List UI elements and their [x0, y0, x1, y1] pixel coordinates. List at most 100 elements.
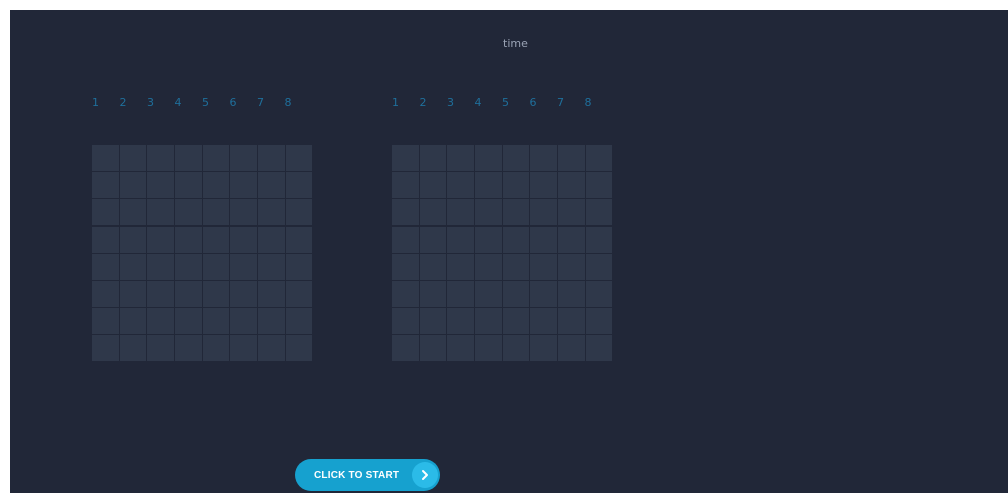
- grid-cell[interactable]: [202, 199, 230, 226]
- grid-cell[interactable]: [285, 253, 313, 280]
- grid-cell[interactable]: [447, 280, 474, 307]
- grid-cell[interactable]: [392, 308, 419, 335]
- grid-cell[interactable]: [285, 199, 313, 226]
- grid-cell[interactable]: [558, 308, 585, 335]
- grid-cell[interactable]: [202, 253, 230, 280]
- grid-cell[interactable]: [285, 308, 313, 335]
- grid-cell[interactable]: [119, 145, 147, 171]
- grid-cell[interactable]: [558, 199, 585, 226]
- grid-cell[interactable]: [119, 280, 147, 307]
- grid-cell[interactable]: [419, 145, 447, 171]
- grid-cell[interactable]: [147, 253, 174, 280]
- grid-cell[interactable]: [419, 335, 447, 362]
- grid-cell[interactable]: [475, 308, 502, 335]
- grid-cell[interactable]: [558, 335, 585, 362]
- grid-cell[interactable]: [475, 172, 502, 199]
- grid-cell[interactable]: [258, 280, 285, 307]
- grid-cell[interactable]: [175, 172, 202, 199]
- grid-cell[interactable]: [530, 280, 557, 307]
- grid-cell[interactable]: [419, 226, 447, 253]
- grid-cell[interactable]: [119, 308, 147, 335]
- grid-cell[interactable]: [92, 199, 119, 226]
- grid-cell[interactable]: [475, 226, 502, 253]
- grid-cell[interactable]: [502, 253, 530, 280]
- grid-cell[interactable]: [447, 308, 474, 335]
- grid-cell[interactable]: [530, 145, 557, 171]
- grid-cell[interactable]: [119, 253, 147, 280]
- grid-cell[interactable]: [92, 172, 119, 199]
- grid-cell[interactable]: [92, 308, 119, 335]
- grid-cell[interactable]: [119, 172, 147, 199]
- grid-cell[interactable]: [285, 172, 313, 199]
- grid-cell[interactable]: [230, 172, 257, 199]
- grid-cell[interactable]: [585, 199, 613, 226]
- grid-cell[interactable]: [258, 253, 285, 280]
- grid-cell[interactable]: [119, 199, 147, 226]
- grid-cell[interactable]: [230, 308, 257, 335]
- grid-cell[interactable]: [419, 199, 447, 226]
- grid-cell[interactable]: [230, 145, 257, 171]
- grid-cell[interactable]: [558, 226, 585, 253]
- grid-cell[interactable]: [147, 280, 174, 307]
- grid-cell[interactable]: [147, 335, 174, 362]
- grid-cell[interactable]: [258, 335, 285, 362]
- grid-cell[interactable]: [447, 172, 474, 199]
- grid-cell[interactable]: [258, 226, 285, 253]
- grid-cell[interactable]: [392, 226, 419, 253]
- grid-cell[interactable]: [147, 199, 174, 226]
- grid-cell[interactable]: [230, 280, 257, 307]
- grid-cell[interactable]: [92, 145, 119, 171]
- grid-cell[interactable]: [285, 280, 313, 307]
- grid-cell[interactable]: [585, 226, 613, 253]
- grid-cell[interactable]: [502, 226, 530, 253]
- grid-cell[interactable]: [202, 145, 230, 171]
- grid-cell[interactable]: [419, 253, 447, 280]
- grid-cell[interactable]: [175, 226, 202, 253]
- grid-cell[interactable]: [147, 145, 174, 171]
- grid-cell[interactable]: [392, 172, 419, 199]
- grid-cell[interactable]: [530, 308, 557, 335]
- grid-cell[interactable]: [92, 280, 119, 307]
- grid-cell[interactable]: [392, 335, 419, 362]
- grid-cell[interactable]: [585, 145, 613, 171]
- grid-cell[interactable]: [392, 253, 419, 280]
- grid-cell[interactable]: [502, 308, 530, 335]
- grid-cell[interactable]: [230, 199, 257, 226]
- grid-cell[interactable]: [530, 335, 557, 362]
- grid-cell[interactable]: [447, 253, 474, 280]
- grid-cell[interactable]: [475, 253, 502, 280]
- grid-cell[interactable]: [447, 226, 474, 253]
- grid-cell[interactable]: [258, 199, 285, 226]
- grid-cell[interactable]: [119, 335, 147, 362]
- grid-cell[interactable]: [147, 226, 174, 253]
- grid-cell[interactable]: [419, 308, 447, 335]
- grid-cell[interactable]: [230, 335, 257, 362]
- grid-cell[interactable]: [258, 172, 285, 199]
- grid-cell[interactable]: [175, 253, 202, 280]
- grid-cell[interactable]: [92, 253, 119, 280]
- grid-cell[interactable]: [175, 145, 202, 171]
- grid-cell[interactable]: [530, 253, 557, 280]
- grid-cell[interactable]: [447, 199, 474, 226]
- grid-cell[interactable]: [419, 172, 447, 199]
- grid-cell[interactable]: [475, 199, 502, 226]
- grid-cell[interactable]: [175, 308, 202, 335]
- grid-cell[interactable]: [230, 253, 257, 280]
- grid-cell[interactable]: [585, 335, 613, 362]
- grid-cell[interactable]: [585, 253, 613, 280]
- grid-cell[interactable]: [175, 335, 202, 362]
- grid-cell[interactable]: [175, 199, 202, 226]
- grid-cell[interactable]: [475, 145, 502, 171]
- grid-cell[interactable]: [447, 335, 474, 362]
- grid-cell[interactable]: [447, 145, 474, 171]
- grid-cell[interactable]: [175, 280, 202, 307]
- grid-cell[interactable]: [502, 280, 530, 307]
- grid-cell[interactable]: [92, 335, 119, 362]
- grid-cell[interactable]: [285, 226, 313, 253]
- grid-cell[interactable]: [258, 145, 285, 171]
- grid-cell[interactable]: [392, 280, 419, 307]
- grid-cell[interactable]: [475, 335, 502, 362]
- grid-cell[interactable]: [419, 280, 447, 307]
- grid-cell[interactable]: [558, 172, 585, 199]
- grid-cell[interactable]: [202, 335, 230, 362]
